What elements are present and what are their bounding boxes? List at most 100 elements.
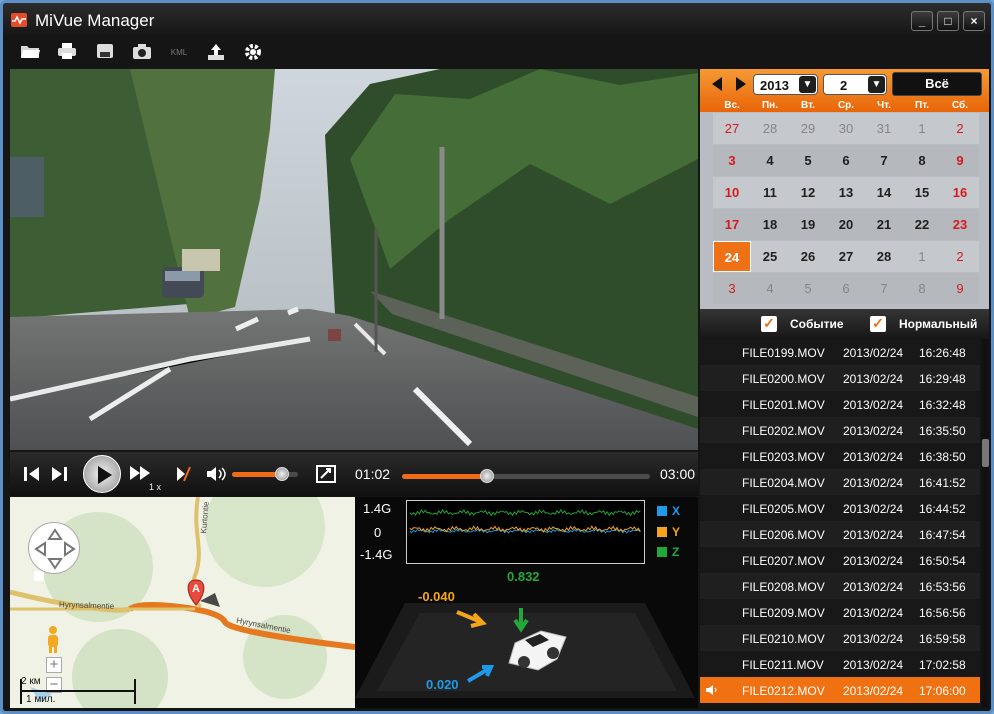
minimize-button[interactable]: _ xyxy=(911,11,933,31)
calendar-day[interactable]: 26 xyxy=(789,241,827,272)
calendar-day[interactable]: 2 xyxy=(941,241,979,272)
frame-step-icon[interactable] xyxy=(174,464,194,488)
file-row[interactable]: FILE0204.MOV 2013/02/24 16:41:52 xyxy=(700,469,980,495)
calendar-day[interactable]: 14 xyxy=(865,177,903,208)
calendar-day[interactable]: 30 xyxy=(827,113,865,144)
calendar-day[interactable]: 11 xyxy=(751,177,789,208)
save-icon[interactable] xyxy=(93,42,117,64)
calendar-day[interactable]: 25 xyxy=(751,241,789,272)
calendar-day[interactable]: 8 xyxy=(903,145,941,176)
camera-icon[interactable] xyxy=(130,42,154,64)
calendar-day[interactable]: 7 xyxy=(865,145,903,176)
calendar-day[interactable]: 5 xyxy=(789,273,827,304)
file-row[interactable]: FILE0206.MOV 2013/02/24 16:47:54 xyxy=(700,521,980,547)
calendar-day[interactable]: 16 xyxy=(941,177,979,208)
file-date: 2013/02/24 xyxy=(843,346,904,360)
calendar-day[interactable]: 3 xyxy=(713,273,751,304)
calendar-day[interactable]: 13 xyxy=(827,177,865,208)
playback-progress-bar[interactable] xyxy=(402,469,650,483)
month-select[interactable]: 2 ▼ xyxy=(823,74,887,95)
event-filter-label: Событие xyxy=(790,317,844,331)
normal-filter-checkbox[interactable]: ✓ xyxy=(870,316,886,332)
close-button[interactable]: × xyxy=(963,11,985,31)
calendar-day[interactable]: 22 xyxy=(903,209,941,240)
playback-progress-knob[interactable] xyxy=(480,469,495,483)
zoom-in-button[interactable]: + xyxy=(46,657,62,673)
event-filter-checkbox[interactable]: ✓ xyxy=(761,316,777,332)
calendar-day[interactable]: 9 xyxy=(941,145,979,176)
calendar-day[interactable]: 28 xyxy=(751,113,789,144)
file-row[interactable]: FILE0205.MOV 2013/02/24 16:44:52 xyxy=(700,495,980,521)
calendar-day[interactable]: 20 xyxy=(827,209,865,240)
calendar-day[interactable]: 5 xyxy=(789,145,827,176)
calendar-day[interactable]: 7 xyxy=(865,273,903,304)
file-row[interactable]: FILE0200.MOV 2013/02/24 16:29:48 xyxy=(700,365,980,391)
file-list-scrollbar[interactable] xyxy=(982,339,989,708)
kml-icon[interactable]: KML xyxy=(167,42,191,64)
calendar-day[interactable]: 1 xyxy=(903,113,941,144)
calendar-day[interactable]: 27 xyxy=(827,241,865,272)
map-pan-control[interactable] xyxy=(28,522,80,574)
previous-month-arrow-icon[interactable] xyxy=(709,76,725,97)
file-row[interactable]: FILE0207.MOV 2013/02/24 16:50:54 xyxy=(700,547,980,573)
calendar-day[interactable]: 4 xyxy=(751,273,789,304)
show-all-button[interactable]: Всё xyxy=(892,72,982,96)
calendar-day[interactable]: 3 xyxy=(713,145,751,176)
next-month-arrow-icon[interactable] xyxy=(733,76,749,97)
file-row[interactable]: FILE0212.MOV 2013/02/24 17:06:00 xyxy=(700,677,980,703)
calendar-day[interactable]: 8 xyxy=(903,273,941,304)
calendar-day[interactable]: 6 xyxy=(827,273,865,304)
file-row[interactable]: FILE0210.MOV 2013/02/24 16:59:58 xyxy=(700,625,980,651)
calendar-day[interactable]: 18 xyxy=(751,209,789,240)
calendar-day[interactable]: 15 xyxy=(903,177,941,208)
file-date: 2013/02/24 xyxy=(843,424,904,438)
video-preview[interactable] xyxy=(10,69,698,450)
volume-icon[interactable] xyxy=(205,464,229,488)
file-name: FILE0211.MOV xyxy=(742,658,824,672)
next-file-icon[interactable] xyxy=(50,465,70,487)
calendar-day[interactable]: 19 xyxy=(789,209,827,240)
file-row[interactable]: FILE0209.MOV 2013/02/24 16:56:56 xyxy=(700,599,980,625)
year-select[interactable]: 2013 ▼ xyxy=(753,74,818,95)
file-row[interactable]: FILE0201.MOV 2013/02/24 16:32:48 xyxy=(700,391,980,417)
open-folder-icon[interactable] xyxy=(18,42,42,64)
file-row[interactable]: FILE0199.MOV 2013/02/24 16:26:48 xyxy=(700,339,980,365)
file-row[interactable]: FILE0208.MOV 2013/02/24 16:53:56 xyxy=(700,573,980,599)
calendar-day[interactable]: 24 xyxy=(713,241,751,272)
calendar-day[interactable]: 31 xyxy=(865,113,903,144)
calendar-day[interactable]: 29 xyxy=(789,113,827,144)
calendar-day[interactable]: 9 xyxy=(941,273,979,304)
file-row[interactable]: FILE0202.MOV 2013/02/24 16:35:50 xyxy=(700,417,980,443)
play-button[interactable] xyxy=(83,455,121,493)
file-row[interactable]: FILE0211.MOV 2013/02/24 17:02:58 xyxy=(700,651,980,677)
scrollbar-thumb[interactable] xyxy=(982,439,989,467)
calendar-day[interactable]: 21 xyxy=(865,209,903,240)
calendar-day[interactable]: 27 xyxy=(713,113,751,144)
settings-gear-icon[interactable] xyxy=(241,42,265,64)
file-time: 17:02:58 xyxy=(919,658,966,672)
calendar-day[interactable]: 23 xyxy=(941,209,979,240)
calendar-day[interactable]: 10 xyxy=(713,177,751,208)
weekday-label: Вт. xyxy=(801,100,815,111)
calendar-day[interactable]: 12 xyxy=(789,177,827,208)
calendar-day[interactable]: 28 xyxy=(865,241,903,272)
calendar-day[interactable]: 6 xyxy=(827,145,865,176)
calendar-day[interactable]: 1 xyxy=(903,241,941,272)
gps-map[interactable]: A Kurtontie Hyrynsalmentie Hyrynsalmenti… xyxy=(10,497,355,708)
calendar-day[interactable]: 2 xyxy=(941,113,979,144)
volume-knob[interactable] xyxy=(274,467,289,481)
maximize-button[interactable]: □ xyxy=(937,11,959,31)
normal-filter-label: Нормальный xyxy=(899,317,978,331)
total-time: 03:00 xyxy=(660,466,696,482)
print-icon[interactable] xyxy=(55,42,79,64)
scale-tick-right xyxy=(134,679,136,704)
fullscreen-icon[interactable] xyxy=(315,464,337,488)
export-icon[interactable] xyxy=(204,42,228,64)
street-view-pegman-icon[interactable] xyxy=(44,625,62,653)
file-row[interactable]: FILE0203.MOV 2013/02/24 16:38:50 xyxy=(700,443,980,469)
previous-file-icon[interactable] xyxy=(22,465,42,487)
file-date: 2013/02/24 xyxy=(843,372,904,386)
calendar-day[interactable]: 17 xyxy=(713,209,751,240)
volume-slider[interactable] xyxy=(232,467,298,481)
calendar-day[interactable]: 4 xyxy=(751,145,789,176)
